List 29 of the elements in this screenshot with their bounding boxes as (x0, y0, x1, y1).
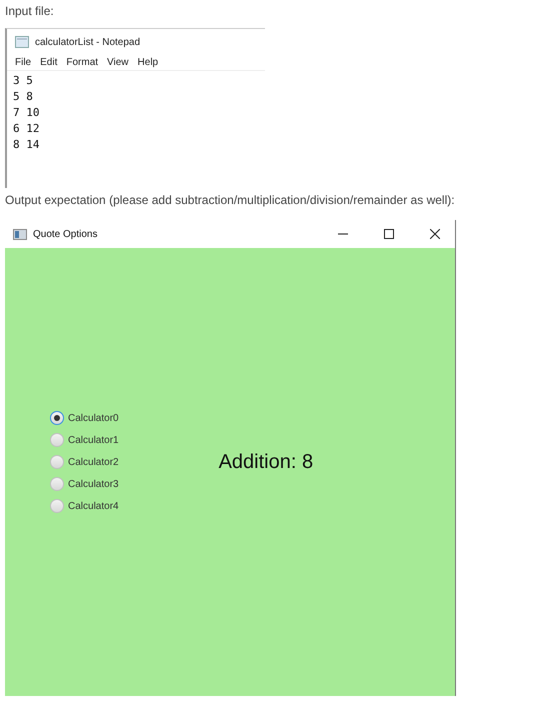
menu-item[interactable]: View (107, 57, 129, 68)
radio-icon[interactable] (50, 411, 64, 425)
radio-option[interactable]: Calculator4 (50, 499, 119, 513)
maximize-icon[interactable] (384, 229, 394, 239)
radio-option[interactable]: Calculator1 (50, 433, 119, 447)
menu-item[interactable]: Edit (40, 57, 58, 68)
text-line: 8 14 (13, 137, 40, 153)
text-line: 5 8 (13, 89, 34, 105)
heading-text: Output expectation (please add subtraction/multiplication/division/remainder as well): (5, 193, 455, 207)
notepad-icon (15, 36, 29, 48)
radio-icon[interactable] (50, 455, 64, 469)
heading-text: Input file: (5, 4, 54, 18)
menu-item[interactable]: File (15, 57, 32, 68)
radio-option[interactable]: Calculator3 (50, 477, 119, 491)
window-title: Quote Options (33, 228, 98, 240)
radio-icon[interactable] (50, 477, 64, 491)
radio-icon[interactable] (50, 433, 64, 447)
close-icon[interactable] (430, 229, 440, 239)
radio-option[interactable]: Calculator0 (50, 411, 119, 425)
text-line: 6 12 (13, 121, 40, 137)
menu-item[interactable]: Help (138, 57, 158, 68)
result-text: Addition: 8 (218, 450, 314, 474)
radio-option[interactable]: Calculator2 (50, 455, 119, 469)
app-icon (13, 228, 27, 240)
text-line: 7 10 (13, 105, 40, 121)
menu-item[interactable]: Format (66, 57, 98, 68)
text-line: 3 5 (13, 73, 34, 89)
radio-icon[interactable] (50, 499, 64, 513)
window-title: calculatorList - Notepad (35, 36, 140, 48)
